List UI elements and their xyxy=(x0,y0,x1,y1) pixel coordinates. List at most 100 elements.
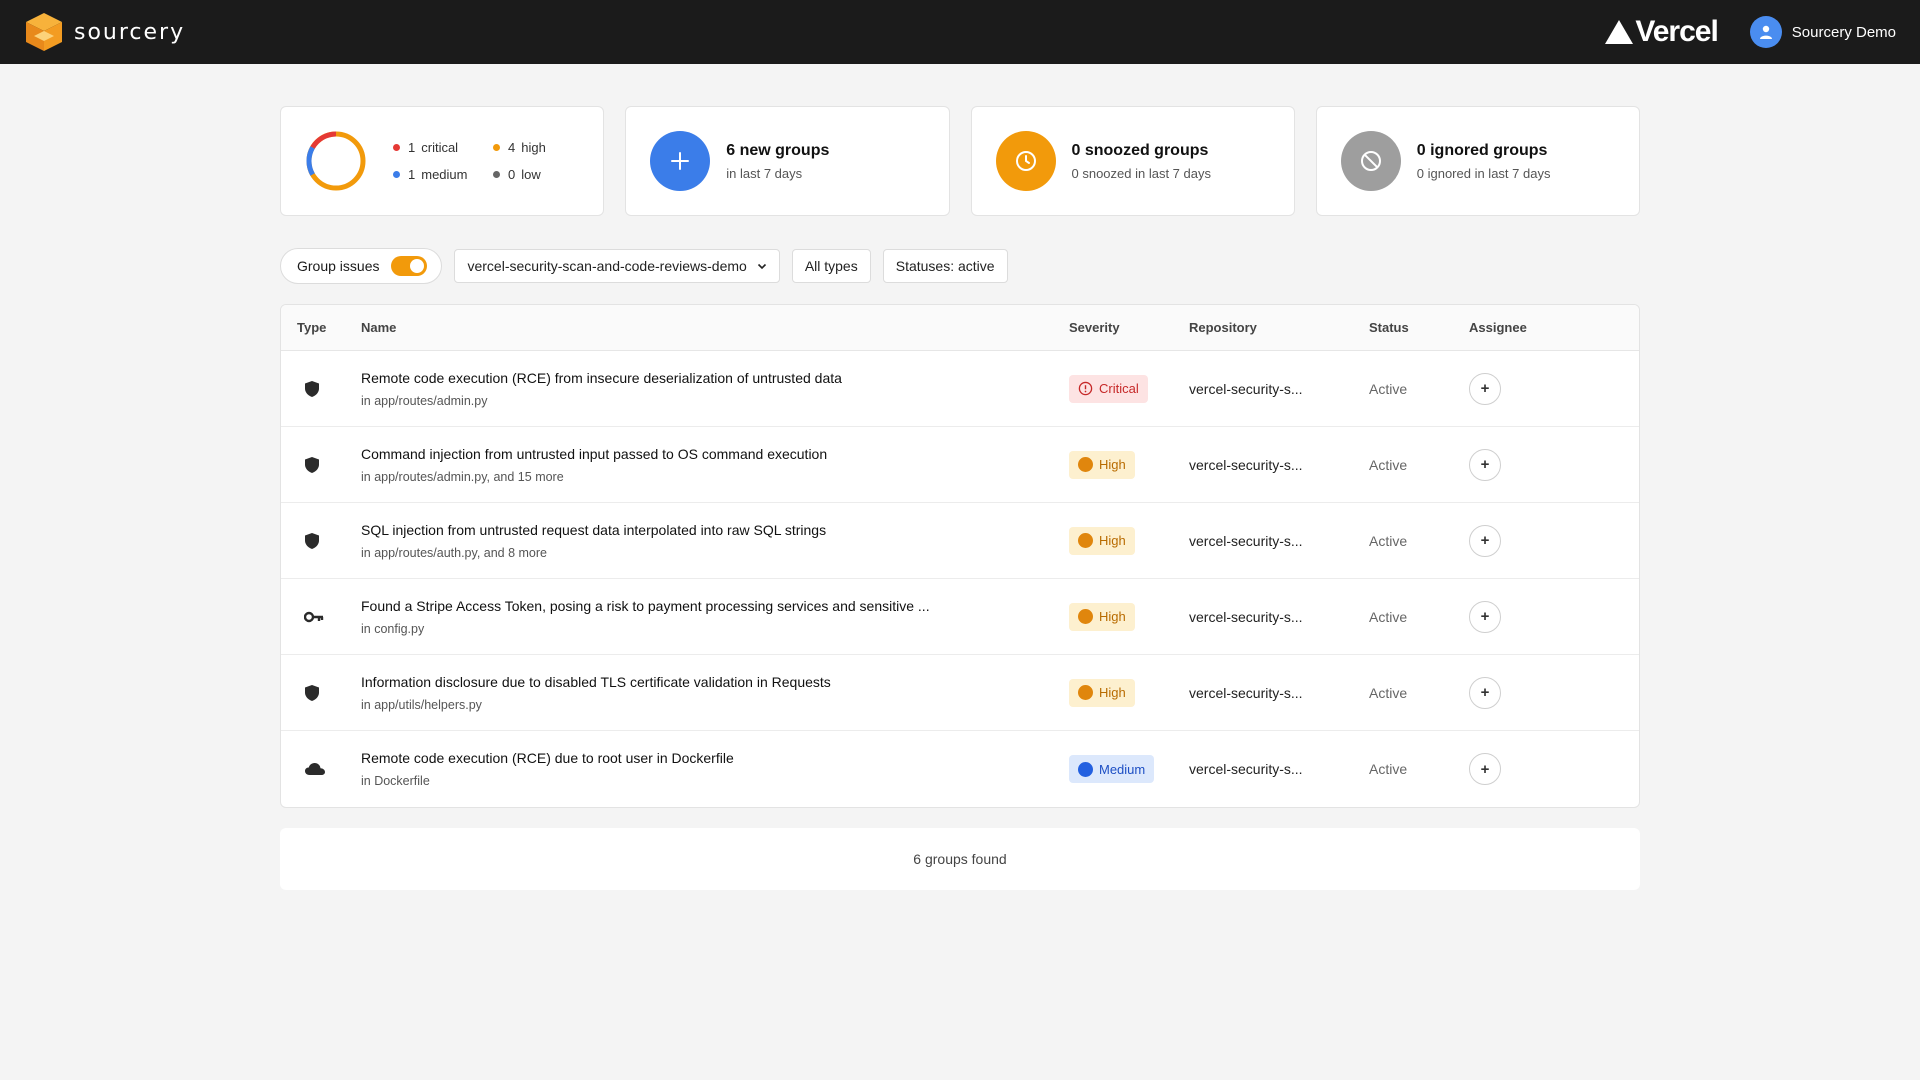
column-type[interactable]: Type xyxy=(281,320,361,335)
plus-icon xyxy=(650,131,711,191)
repository-cell: vercel-security-s... xyxy=(1189,456,1303,473)
brand-logo[interactable]: sourcery xyxy=(24,11,185,53)
add-assignee-button[interactable]: + xyxy=(1469,753,1501,785)
repository-dropdown-value: vercel-security-scan-and-code-reviews-de… xyxy=(467,258,747,274)
severity-summary-card: 1 critical 4 high 1 medium 0 low xyxy=(280,106,605,216)
add-assignee-button[interactable]: + xyxy=(1469,372,1501,405)
issue-title[interactable]: Remote code execution (RCE) from insecur… xyxy=(361,370,1069,386)
cloud-icon xyxy=(305,763,325,775)
add-assignee-button[interactable]: + xyxy=(1469,524,1501,557)
severity-badge-medium: Medium xyxy=(1069,755,1155,783)
alert-circle-icon xyxy=(1078,381,1093,396)
top-bar: sourcery Vercel Sourcery Demo xyxy=(0,0,1920,64)
user-icon xyxy=(1759,25,1772,39)
severity-donut-chart xyxy=(306,131,366,191)
shield-icon xyxy=(305,684,319,701)
issue-title[interactable]: SQL injection from untrusted request dat… xyxy=(361,522,1069,538)
severity-badge-critical: Critical xyxy=(1069,374,1148,403)
vercel-logo: Vercel xyxy=(1605,15,1719,49)
snoozed-groups-card[interactable]: 0 snoozed groups 0 snoozed in last 7 day… xyxy=(970,106,1295,216)
group-issues-toggle[interactable]: Group issues xyxy=(280,248,443,284)
legend-medium: 1 medium xyxy=(393,167,493,182)
user-menu[interactable]: Sourcery Demo xyxy=(1749,16,1896,48)
status-cell: Active xyxy=(1369,684,1408,701)
issue-path: in app/routes/auth.py, and 8 more xyxy=(361,545,547,560)
group-issues-label: Group issues xyxy=(297,258,380,274)
avatar xyxy=(1749,16,1782,48)
column-assignee[interactable]: Assignee xyxy=(1469,320,1639,335)
status-cell: Active xyxy=(1369,380,1408,397)
statuses-filter-button[interactable]: Statuses: active xyxy=(882,249,1008,283)
issue-title[interactable]: Information disclosure due to disabled T… xyxy=(361,674,1069,690)
repository-cell: vercel-security-s... xyxy=(1189,761,1303,777)
legend-critical: 1 critical xyxy=(393,140,493,155)
table-row[interactable]: Command injection from untrusted input p… xyxy=(281,427,1639,503)
severity-badge-high: High xyxy=(1069,678,1135,707)
filter-bar: Group issues vercel-security-scan-and-co… xyxy=(280,248,1640,284)
sourcery-logo-icon xyxy=(26,13,62,51)
severity-badge-high: High xyxy=(1069,450,1135,479)
issue-path: in app/routes/admin.py xyxy=(361,393,488,408)
add-assignee-button[interactable]: + xyxy=(1469,448,1501,481)
chevron-down-icon xyxy=(757,263,766,270)
severity-badge-high: High xyxy=(1069,526,1135,555)
types-filter-button[interactable]: All types xyxy=(791,249,871,283)
legend-low: 0 low xyxy=(493,167,573,182)
legend-high: 4 high xyxy=(493,140,573,155)
column-name[interactable]: Name xyxy=(361,320,1069,335)
status-cell: Active xyxy=(1369,532,1408,549)
vercel-wordmark: Vercel xyxy=(1635,15,1718,48)
snoozed-groups-title: 0 snoozed groups xyxy=(1071,141,1209,159)
groups-found-count: 6 groups found xyxy=(913,851,1007,867)
statuses-filter-label: Statuses: active xyxy=(895,258,995,274)
add-assignee-button[interactable]: + xyxy=(1469,676,1501,709)
severity-dot-icon xyxy=(1078,609,1093,624)
results-summary: 6 groups found xyxy=(280,828,1640,890)
repository-dropdown[interactable]: vercel-security-scan-and-code-reviews-de… xyxy=(454,249,780,283)
issue-path: in config.py xyxy=(361,621,425,636)
new-groups-card[interactable]: 6 new groups in last 7 days xyxy=(625,106,950,216)
severity-dot-icon xyxy=(1078,533,1093,548)
table-row[interactable]: Remote code execution (RCE) from insecur… xyxy=(281,351,1639,427)
issue-title[interactable]: Remote code execution (RCE) due to root … xyxy=(361,750,1069,766)
issue-path: in app/routes/admin.py, and 15 more xyxy=(361,469,564,484)
repository-cell: vercel-security-s... xyxy=(1189,532,1303,549)
ignored-groups-subtitle: 0 ignored in last 7 days xyxy=(1416,165,1551,181)
issue-title[interactable]: Command injection from untrusted input p… xyxy=(361,446,1069,462)
clock-icon xyxy=(995,131,1056,191)
column-repository[interactable]: Repository xyxy=(1189,320,1369,335)
issue-path: in Dockerfile xyxy=(361,774,430,788)
add-assignee-button[interactable]: + xyxy=(1469,600,1501,633)
repository-cell: vercel-security-s... xyxy=(1189,608,1303,625)
user-name: Sourcery Demo xyxy=(1791,23,1896,41)
table-row[interactable]: SQL injection from untrusted request dat… xyxy=(281,503,1639,579)
status-cell: Active xyxy=(1369,456,1408,473)
repository-cell: vercel-security-s... xyxy=(1189,380,1303,397)
table-row[interactable]: Remote code execution (RCE) due to root … xyxy=(281,731,1639,807)
brand-name: sourcery xyxy=(74,19,186,45)
key-icon xyxy=(304,611,324,622)
ignored-groups-card[interactable]: 0 ignored groups 0 ignored in last 7 day… xyxy=(1315,106,1640,216)
types-filter-label: All types xyxy=(804,258,858,274)
table-row[interactable]: Found a Stripe Access Token, posing a ri… xyxy=(281,579,1639,655)
shield-icon xyxy=(305,380,319,397)
ignored-groups-title: 0 ignored groups xyxy=(1416,141,1548,159)
table-row[interactable]: Information disclosure due to disabled T… xyxy=(281,655,1639,731)
new-groups-subtitle: in last 7 days xyxy=(726,165,803,181)
issue-title[interactable]: Found a Stripe Access Token, posing a ri… xyxy=(361,598,1069,614)
severity-legend: 1 critical 4 high 1 medium 0 low xyxy=(393,140,573,182)
new-groups-title: 6 new groups xyxy=(726,141,830,159)
donut-medium-arc xyxy=(306,146,315,176)
column-status[interactable]: Status xyxy=(1369,320,1469,335)
severity-dot-icon xyxy=(1078,761,1093,777)
table-header: Type Name Severity Repository Status Ass… xyxy=(281,305,1639,351)
severity-dot-icon xyxy=(1078,685,1093,700)
donut-critical-arc xyxy=(310,131,337,149)
status-cell: Active xyxy=(1369,608,1408,625)
summary-cards: 1 critical 4 high 1 medium 0 low 6 new group… xyxy=(280,106,1640,216)
group-issues-switch[interactable] xyxy=(391,256,428,276)
status-cell: Active xyxy=(1369,761,1408,777)
severity-badge-high: High xyxy=(1069,602,1135,631)
vercel-triangle-icon xyxy=(1605,20,1634,44)
column-severity[interactable]: Severity xyxy=(1069,320,1189,335)
